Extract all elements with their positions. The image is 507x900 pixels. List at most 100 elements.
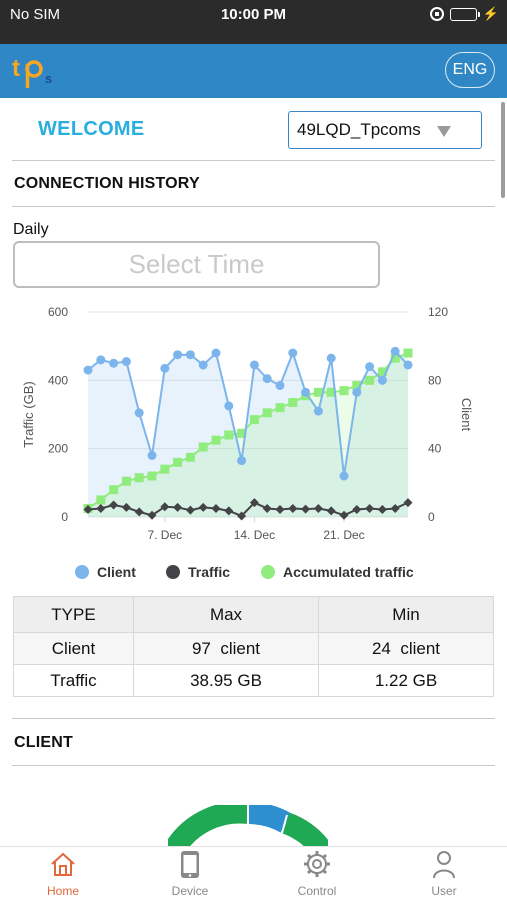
tab-label: User xyxy=(431,884,457,898)
legend-label: Traffic xyxy=(188,564,230,580)
table-cell: 97 client xyxy=(133,632,319,665)
client-point xyxy=(211,348,221,358)
accumulated-traffic-point xyxy=(339,386,349,396)
client-point xyxy=(262,374,272,384)
divider xyxy=(12,160,495,161)
client-point xyxy=(377,375,387,385)
client-point xyxy=(83,365,93,375)
logo-icon: t s xyxy=(12,55,52,88)
column-header: Max xyxy=(133,596,319,633)
client-point xyxy=(390,346,400,356)
home-icon xyxy=(51,852,75,876)
stats-table: TYPE Max Min Client 97 client 24 client … xyxy=(13,596,494,697)
accumulated-traffic-point xyxy=(403,348,413,358)
table-cell: 24 client xyxy=(318,632,494,665)
client-section-title: CLIENT xyxy=(14,734,73,751)
client-point xyxy=(96,355,106,365)
accumulated-traffic-point xyxy=(109,485,119,495)
network-select[interactable]: 49LQD_Tpcoms xyxy=(288,111,482,149)
status-icons: ⚡ xyxy=(429,6,499,22)
client-point xyxy=(326,353,336,363)
tab-control[interactable]: Control xyxy=(254,849,380,900)
client-point xyxy=(275,380,285,390)
connection-history-title: CONNECTION HISTORY xyxy=(14,175,200,192)
client-gauge xyxy=(168,805,328,850)
y-tick-label-left: 400 xyxy=(48,373,68,387)
select-time-input[interactable]: Select Time xyxy=(13,241,380,288)
accumulated-traffic-point xyxy=(160,464,170,474)
y-tick-label-right: 80 xyxy=(428,373,442,387)
connection-history-chart: 0 0 200 40 400 80 600 120 Traffic (GB) Client 7. D… xyxy=(21,305,474,580)
y-tick-label-left: 0 xyxy=(61,510,68,524)
gear-icon xyxy=(304,851,330,877)
divider xyxy=(12,206,495,207)
status-bar: No SIM 10:00 PM ⚡ xyxy=(0,0,507,44)
client-point xyxy=(301,387,311,397)
table-row: Traffic 38.95 GB 1.22 GB xyxy=(13,664,494,697)
accumulated-traffic-point xyxy=(211,435,221,445)
accumulated-traffic-point xyxy=(275,403,285,413)
tab-user[interactable]: User xyxy=(381,849,507,900)
y-tick-label-left: 200 xyxy=(48,442,68,456)
accumulated-traffic-point xyxy=(224,430,234,440)
table-row: Client 97 client 24 client xyxy=(13,632,494,665)
scrollbar[interactable] xyxy=(501,102,505,198)
language-button[interactable]: ENG xyxy=(445,52,495,88)
accumulated-traffic-point xyxy=(288,398,298,408)
client-point xyxy=(134,408,144,418)
table-cell: 38.95 GB xyxy=(133,664,319,697)
client-point xyxy=(121,357,131,367)
client-point xyxy=(237,456,247,466)
accumulated-traffic-point xyxy=(185,452,195,462)
tab-home[interactable]: Home xyxy=(0,849,126,900)
column-header: Min xyxy=(318,596,494,633)
client-point xyxy=(365,362,375,372)
accumulated-traffic-point xyxy=(121,476,131,486)
tab-bar: Home Device Control User xyxy=(0,846,507,900)
chevron-down-icon xyxy=(437,126,451,137)
legend-marker xyxy=(261,565,275,579)
divider xyxy=(12,718,495,719)
client-point xyxy=(352,387,362,397)
table-cell: Client xyxy=(13,632,134,665)
legend-marker xyxy=(75,565,89,579)
x-tick-label: 7. Dec xyxy=(147,528,182,542)
client-point xyxy=(313,406,323,416)
charging-icon: ⚡ xyxy=(482,6,499,21)
accumulated-traffic-point xyxy=(262,408,272,418)
client-point xyxy=(109,358,119,368)
rotation-lock-icon xyxy=(429,7,444,21)
y-tick-label-right: 0 xyxy=(428,510,435,524)
accumulated-traffic-point xyxy=(134,473,144,483)
y-tick-label-right: 120 xyxy=(428,305,448,319)
divider xyxy=(12,765,495,766)
tab-label: Home xyxy=(46,884,79,898)
svg-text:s: s xyxy=(45,71,52,86)
client-point xyxy=(185,350,195,360)
app-header: t s ENG xyxy=(0,44,507,98)
accumulated-traffic-point xyxy=(96,495,106,505)
client-point xyxy=(198,360,208,370)
x-tick-label: 21. Dec xyxy=(323,528,364,542)
y-axis-title-left: Traffic (GB) xyxy=(21,381,36,447)
legend-marker xyxy=(166,565,180,579)
client-point xyxy=(147,451,157,460)
client-point xyxy=(288,348,298,358)
client-point xyxy=(249,360,259,370)
legend-label: Client xyxy=(97,564,136,580)
y-axis-title-right: Client xyxy=(459,398,474,432)
tab-device[interactable]: Device xyxy=(127,849,253,900)
y-tick-label-left: 600 xyxy=(48,305,68,319)
x-tick-label: 14. Dec xyxy=(234,528,275,542)
y-tick-label-right: 40 xyxy=(428,442,442,456)
tab-label: Control xyxy=(297,884,337,898)
column-header: TYPE xyxy=(13,596,134,633)
client-point xyxy=(403,360,413,370)
legend-label: Accumulated traffic xyxy=(283,564,414,580)
accumulated-traffic-point xyxy=(365,375,375,385)
accumulated-traffic-point xyxy=(249,415,259,425)
welcome-title: WELCOME xyxy=(38,118,145,140)
accumulated-traffic-point xyxy=(147,471,157,481)
accumulated-traffic-point xyxy=(198,442,208,452)
period-label: Daily xyxy=(13,221,49,238)
